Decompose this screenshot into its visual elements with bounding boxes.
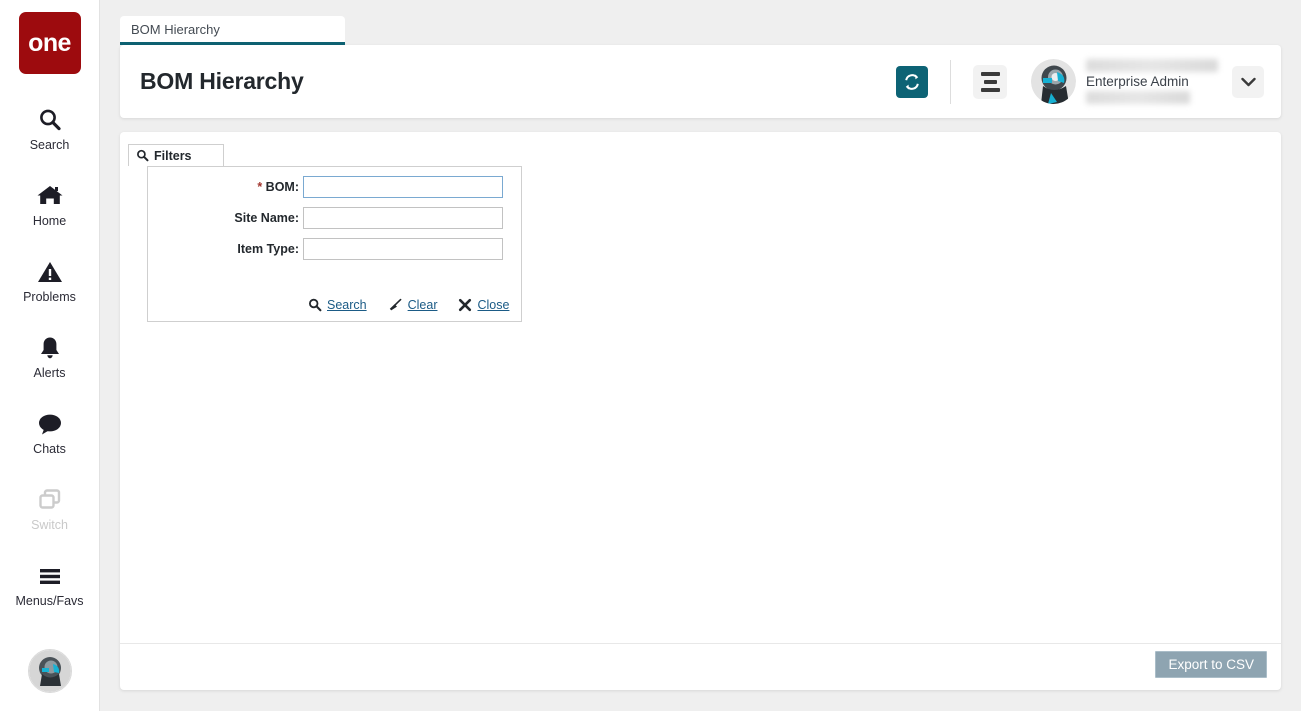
filter-label-site-name: Site Name: bbox=[234, 211, 299, 225]
export-to-csv-button[interactable]: Export to CSV bbox=[1155, 651, 1267, 678]
page-title: BOM Hierarchy bbox=[140, 68, 304, 94]
filters-panel: * BOM: Site Name: Item Type: Search Clea… bbox=[147, 166, 522, 322]
sidebar-item-label: Problems bbox=[23, 289, 76, 304]
hamburger-icon-bar bbox=[983, 79, 997, 84]
sidebar-item-search[interactable]: Search bbox=[0, 90, 100, 166]
brand-logo-text: one bbox=[28, 28, 71, 57]
sidebar-item-menus-favs[interactable]: Menus/Favs bbox=[0, 546, 100, 622]
sidebar-item-chats[interactable]: Chats bbox=[0, 394, 100, 470]
close-x-icon bbox=[459, 298, 472, 312]
filter-row-item-type: Item Type: bbox=[148, 238, 521, 260]
sidebar-item-label: Alerts bbox=[33, 365, 66, 380]
filter-actions: Search Clear Close bbox=[308, 298, 509, 312]
chat-bubble-icon bbox=[36, 409, 64, 439]
sidebar-item-switch[interactable]: Switch bbox=[0, 470, 100, 546]
refresh-button[interactable] bbox=[896, 65, 928, 98]
filters-close-label: Close bbox=[477, 298, 510, 312]
user-name-redacted bbox=[1086, 59, 1218, 72]
filters-panel-tab[interactable]: Filters bbox=[128, 144, 224, 166]
user-avatar-image bbox=[1031, 59, 1076, 104]
main-content-card: Filters * BOM: Site Name: Item Type: Sea… bbox=[120, 132, 1281, 690]
tab-bom-hierarchy[interactable]: BOM Hierarchy bbox=[120, 16, 345, 45]
sidebar-item-alerts[interactable]: Alerts bbox=[0, 318, 100, 394]
left-sidebar: one Search Home Problems Alerts Chats Sw… bbox=[0, 0, 100, 711]
filters-search-button[interactable]: Search bbox=[308, 298, 367, 312]
search-icon bbox=[37, 105, 63, 135]
avatar[interactable] bbox=[1031, 59, 1076, 104]
sidebar-item-label: Chats bbox=[33, 441, 66, 456]
home-icon bbox=[36, 181, 64, 211]
search-icon bbox=[308, 298, 322, 312]
user-avatar-image bbox=[29, 650, 71, 692]
sidebar-item-problems[interactable]: Problems bbox=[0, 242, 100, 318]
sidebar-item-label: Search bbox=[29, 137, 70, 152]
filter-row-bom: * BOM: bbox=[148, 176, 521, 198]
tab-strip: BOM Hierarchy bbox=[120, 16, 345, 45]
avatar[interactable] bbox=[28, 649, 72, 693]
filter-label-item-type: Item Type: bbox=[237, 242, 299, 256]
filters-clear-button[interactable]: Clear bbox=[388, 298, 438, 312]
filter-label-bom: * BOM: bbox=[257, 180, 299, 194]
chevron-down-icon bbox=[1240, 77, 1256, 86]
card-footer: Export to CSV bbox=[120, 643, 1281, 690]
bom-input[interactable] bbox=[303, 176, 503, 198]
content-body: Filters * BOM: Site Name: Item Type: Sea… bbox=[120, 132, 1281, 643]
bell-icon bbox=[37, 333, 63, 363]
warning-icon bbox=[36, 257, 64, 287]
filter-label-text: BOM: bbox=[265, 180, 299, 194]
item-type-input[interactable] bbox=[303, 238, 503, 260]
header-bar: BOM Hierarchy Enterprise Admin bbox=[120, 45, 1281, 118]
header-divider bbox=[950, 59, 951, 104]
hamburger-icon-bar bbox=[980, 71, 1000, 76]
filters-clear-label: Clear bbox=[407, 298, 438, 312]
broom-icon bbox=[389, 298, 402, 311]
sidebar-item-label: Switch bbox=[31, 517, 68, 532]
required-asterisk: * bbox=[257, 180, 263, 194]
user-info: Enterprise Admin bbox=[1086, 59, 1218, 104]
sidebar-item-label: Home bbox=[32, 213, 67, 228]
user-detail-redacted bbox=[1086, 91, 1190, 104]
user-dropdown-button[interactable] bbox=[1232, 65, 1264, 98]
hamburger-icon-bar bbox=[980, 87, 1000, 92]
filters-tab-label: Filters bbox=[154, 148, 192, 163]
menu-button[interactable] bbox=[973, 64, 1007, 99]
switch-icon bbox=[36, 485, 64, 515]
filters-close-button[interactable]: Close bbox=[458, 298, 509, 312]
hamburger-icon bbox=[36, 561, 64, 591]
search-icon bbox=[137, 149, 149, 162]
tab-label: BOM Hierarchy bbox=[131, 22, 220, 37]
user-role: Enterprise Admin bbox=[1086, 74, 1189, 89]
filter-row-site-name: Site Name: bbox=[148, 207, 521, 229]
site-name-input[interactable] bbox=[303, 207, 503, 229]
header-actions: Enterprise Admin bbox=[896, 45, 1281, 118]
refresh-icon bbox=[905, 73, 919, 90]
sidebar-item-home[interactable]: Home bbox=[0, 166, 100, 242]
sidebar-item-label: Menus/Favs bbox=[15, 593, 84, 608]
filters-search-label: Search bbox=[327, 298, 367, 312]
brand-logo[interactable]: one bbox=[18, 12, 81, 74]
